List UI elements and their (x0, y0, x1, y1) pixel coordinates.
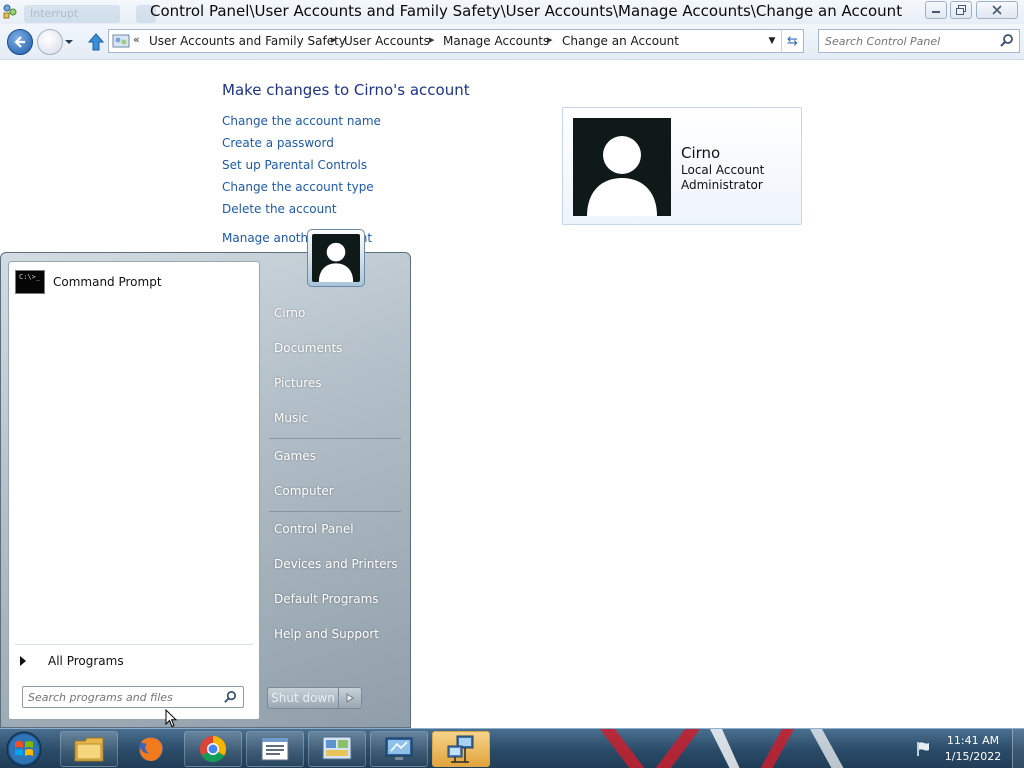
delete-account-link[interactable]: Delete the account (222, 202, 337, 216)
restore-icon (956, 5, 966, 15)
account-tile: Cirno Local Account Administrator (562, 107, 802, 225)
navigation-bar: « User Accounts and Family Safety ▸ User… (0, 24, 1024, 60)
divider (15, 644, 253, 645)
start-menu-documents[interactable]: Documents (266, 334, 404, 362)
firefox-icon (139, 737, 163, 761)
page-title: Make changes to Cirno's account (222, 81, 470, 99)
search-box[interactable] (818, 29, 1020, 53)
start-menu-control-panel[interactable]: Control Panel (266, 515, 404, 543)
refresh-button[interactable]: ⇆ (781, 30, 803, 52)
maximize-button[interactable] (950, 1, 972, 19)
user-picture-image (312, 234, 360, 282)
search-icon[interactable] (223, 690, 238, 705)
address-bar[interactable]: « User Accounts and Family Safety ▸ User… (108, 29, 804, 53)
clock-time[interactable]: 11:41 AM (938, 734, 1008, 747)
remote-desktop-icon (385, 737, 413, 760)
close-icon (992, 5, 1002, 15)
search-input[interactable] (825, 33, 995, 49)
back-button[interactable] (7, 29, 33, 55)
control-panel-icon (112, 34, 130, 48)
create-password-link[interactable]: Create a password (222, 136, 334, 150)
forward-button[interactable] (37, 29, 63, 55)
user-silhouette-icon (587, 136, 657, 216)
address-history-dropdown[interactable]: ▼ (763, 30, 781, 52)
parental-controls-link[interactable]: Set up Parental Controls (222, 158, 367, 172)
divider (269, 511, 401, 512)
account-picture (573, 118, 671, 216)
start-menu-music[interactable]: Music (266, 404, 404, 432)
command-prompt-icon: C:\>_ (15, 270, 45, 294)
start-menu-help-and-support[interactable]: Help and Support (266, 620, 404, 648)
start-menu-item-command-prompt[interactable]: C:\>_ Command Prompt (13, 267, 253, 297)
title-bar[interactable]: Interrupt Control Panel\User Accounts an… (0, 0, 1024, 24)
start-menu-programs-pane: C:\>_ Command Prompt All Programs (8, 261, 260, 720)
search-icon[interactable] (999, 33, 1015, 49)
control-panel-icon (322, 736, 352, 760)
taskbar: 11:41 AM 1/15/2022 (0, 728, 1024, 768)
recent-pages-chevron-icon[interactable] (64, 37, 74, 47)
folder-icon (74, 737, 104, 762)
taskbar-remote-desktop[interactable] (370, 731, 428, 767)
account-name: Cirno (681, 144, 721, 162)
taskbar-control-panel[interactable] (308, 731, 366, 767)
breadcrumb-separator-icon[interactable]: ▸ (547, 33, 553, 46)
back-arrow-icon (14, 36, 25, 48)
change-account-name-link[interactable]: Change the account name (222, 114, 381, 128)
network-icon (447, 735, 474, 763)
chrome-icon (199, 735, 227, 763)
all-programs-button[interactable]: All Programs (17, 650, 253, 672)
breadcrumb-user-accounts[interactable]: User Accounts (344, 34, 430, 48)
change-account-type-link[interactable]: Change the account type (222, 180, 374, 194)
account-type: Local Account (681, 163, 765, 177)
minimize-icon (932, 11, 940, 13)
window-title: Control Panel\User Accounts and Family S… (150, 2, 903, 20)
minimize-button[interactable] (925, 1, 947, 19)
refresh-icon: ⇆ (787, 33, 798, 49)
show-desktop-button[interactable] (1012, 729, 1024, 768)
start-menu: C:\>_ Command Prompt All Programs Cirno … (0, 229, 411, 728)
shutdown-options-button[interactable] (339, 687, 362, 709)
start-menu-item-label: Command Prompt (53, 275, 162, 289)
notepad-icon (261, 737, 289, 761)
action-center-icon[interactable] (914, 740, 932, 758)
taskbar-firefox[interactable] (122, 731, 180, 767)
triangle-right-icon (346, 693, 354, 703)
breadcrumb-separator-icon[interactable]: ▸ (331, 33, 337, 46)
breadcrumb-change-an-account[interactable]: Change an Account (562, 34, 679, 48)
wallpaper (600, 729, 844, 768)
breadcrumb-overflow-icon[interactable]: « (133, 33, 140, 46)
start-search-input[interactable] (28, 690, 218, 705)
divider (269, 438, 401, 439)
breadcrumb-user-accounts-and-family-safety[interactable]: User Accounts and Family Safety (149, 34, 346, 48)
start-menu-user-folder[interactable]: Cirno (266, 299, 404, 327)
start-menu-pictures[interactable]: Pictures (266, 369, 404, 397)
chevron-down-icon: ▼ (768, 36, 776, 46)
mouse-cursor-icon (165, 709, 177, 728)
shutdown-button[interactable]: Shut down (267, 687, 339, 709)
taskbar-notepad[interactable] (246, 731, 304, 767)
control-panel-icon[interactable] (2, 3, 18, 19)
breadcrumb-manage-accounts[interactable]: Manage Accounts (443, 34, 549, 48)
taskbar-network-app[interactable] (432, 731, 490, 767)
background-tab: Interrupt (24, 5, 120, 23)
account-role: Administrator (681, 178, 763, 192)
start-menu-computer[interactable]: Computer (266, 477, 404, 505)
start-menu-default-programs[interactable]: Default Programs (266, 585, 404, 613)
taskbar-windows-explorer[interactable] (60, 731, 118, 767)
user-silhouette-icon (318, 242, 354, 282)
triangle-right-icon (20, 656, 26, 666)
user-picture[interactable] (307, 229, 365, 287)
close-button[interactable] (976, 1, 1018, 19)
breadcrumb-separator-icon[interactable]: ▸ (429, 33, 435, 46)
clock-date[interactable]: 1/15/2022 (938, 750, 1008, 763)
all-programs-label: All Programs (48, 654, 124, 668)
start-button[interactable] (4, 730, 44, 768)
start-menu-devices-and-printers[interactable]: Devices and Printers (266, 550, 404, 578)
start-search-box[interactable] (22, 686, 244, 708)
taskbar-chrome[interactable] (184, 731, 242, 767)
up-arrow-icon[interactable] (86, 32, 106, 52)
start-menu-games[interactable]: Games (266, 442, 404, 470)
